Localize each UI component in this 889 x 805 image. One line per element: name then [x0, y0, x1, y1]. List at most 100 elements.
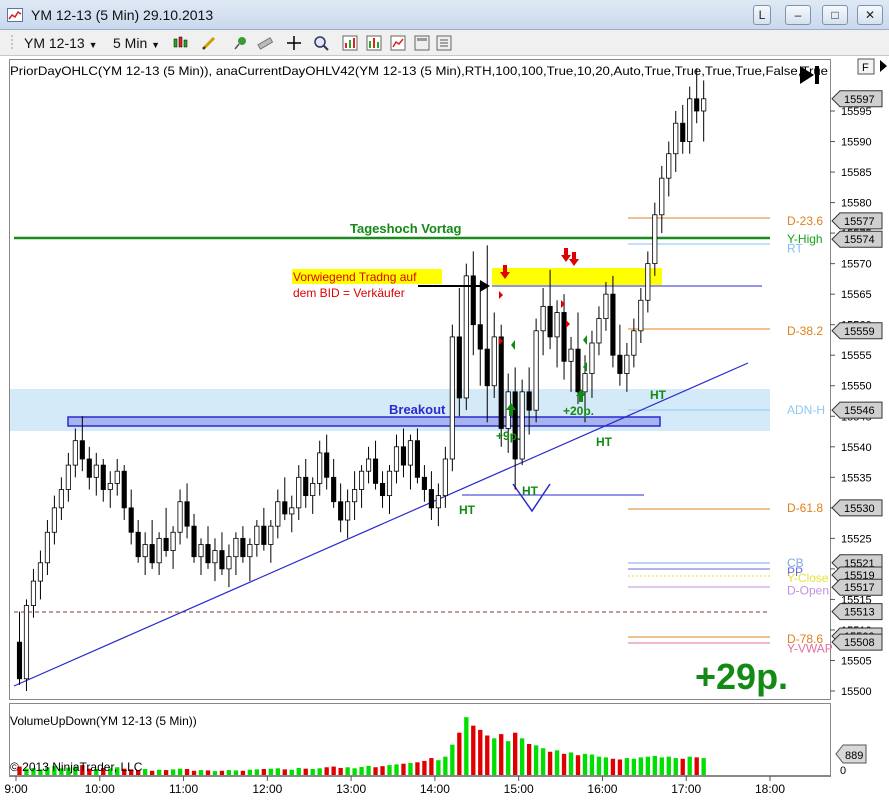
candle-body: [142, 544, 148, 558]
candle-body: [596, 318, 602, 344]
volume-bar: [415, 762, 420, 775]
volume-bar: [701, 758, 706, 775]
volume-bar: [282, 769, 287, 775]
price-tag: 15577: [831, 212, 883, 230]
volume-bar: [638, 757, 644, 775]
candle-body: [561, 312, 567, 362]
crosshair-icon[interactable]: [286, 35, 302, 51]
indicator-label: PriorDayOHLC(YM 12-13 (5 Min)), anaCurre…: [10, 64, 828, 78]
volume-bar: [247, 769, 253, 775]
ruler-icon[interactable]: [257, 35, 273, 51]
time-tick-label: 14:00: [420, 782, 450, 796]
candle-body: [205, 544, 211, 564]
properties-icon[interactable]: [390, 35, 406, 51]
volume-bar: [205, 770, 211, 775]
candle-body: [442, 458, 448, 497]
bar-type-icon[interactable]: [173, 35, 189, 51]
scroll-right-icon[interactable]: [880, 60, 887, 72]
candle-body: [498, 336, 504, 429]
volume-bar: [191, 770, 197, 775]
price-chart[interactable]: Tageshoch Vortag Vorwiegend Tradng auf d…: [0, 56, 889, 800]
candle-body: [352, 489, 358, 503]
interval-label: 5 Min: [113, 35, 148, 51]
volume-bar: [610, 758, 616, 775]
price-tick-label: 15535: [841, 472, 872, 484]
volume-bar: [666, 756, 671, 775]
volume-bar: [526, 743, 532, 775]
candles-group: [16, 68, 707, 691]
candle-body: [421, 476, 427, 490]
price-tag: 15546: [831, 401, 883, 419]
level-label: ADN-H: [787, 403, 825, 417]
candle-body: [121, 470, 127, 509]
price-tag: 15574: [831, 230, 883, 248]
volume-bar: [652, 755, 657, 775]
volume-bar: [443, 756, 448, 775]
ht-label-3: HT: [596, 435, 613, 449]
price-tag-label: 15577: [844, 216, 875, 228]
time-axis[interactable]: 9:00 10:00 11:00 12:00 13:00 14:00 15:00 16:00 1…: [4, 776, 831, 796]
volume-bar: [331, 766, 336, 775]
candle-body: [233, 537, 239, 558]
volume-bar: [478, 729, 483, 775]
plus9-label: +9p.: [496, 429, 520, 443]
candle-body: [163, 537, 169, 551]
price-tick-label: 15540: [841, 442, 872, 454]
level-label: D-23.6: [787, 214, 823, 228]
volume-bar: [359, 766, 364, 775]
candle-body: [694, 98, 700, 112]
price-tag-label: 15530: [844, 503, 875, 515]
price-tag: 15517: [831, 578, 883, 596]
candle-body: [79, 440, 85, 460]
lock-button[interactable]: L: [753, 5, 771, 25]
volume-bar: [184, 769, 190, 775]
price-tag: 15508: [831, 633, 883, 651]
draw-tool-icon[interactable]: [201, 35, 217, 51]
float-button[interactable]: F: [857, 58, 875, 75]
price-tag: 15530: [831, 499, 883, 517]
bid-annotation-line1: Vorwiegend Tradng auf: [293, 270, 417, 284]
candle-body: [170, 531, 176, 551]
template-icon[interactable]: [414, 35, 430, 51]
volume-bar: [436, 760, 441, 775]
candle-body: [575, 348, 581, 393]
candle-body: [568, 348, 574, 362]
close-button[interactable]: ✕: [857, 5, 883, 25]
volume-bar: [603, 757, 609, 775]
candle-body: [366, 458, 372, 472]
plus20-label: +20p.: [563, 404, 594, 418]
price-tick-label: 15590: [841, 137, 872, 149]
candle-body: [100, 464, 106, 490]
volume-bar: [422, 760, 427, 775]
price-tick-label: 15550: [841, 381, 872, 393]
candle-body: [331, 476, 337, 503]
chevron-down-icon: ▼: [151, 40, 161, 50]
template-icon-2[interactable]: [436, 35, 452, 51]
price-tag-label: 15513: [844, 607, 875, 619]
strategies-icon[interactable]: [366, 35, 382, 51]
candle-body: [37, 562, 43, 582]
copyright-label: © 2013 NinjaTrader, LLC: [10, 760, 143, 774]
candle-body: [554, 312, 560, 338]
zoom-icon[interactable]: [313, 35, 329, 51]
candle-body: [673, 122, 679, 155]
candle-body: [638, 299, 644, 332]
chart-area[interactable]: Tageshoch Vortag Vorwiegend Tradng auf d…: [0, 56, 889, 800]
volume-bar: [673, 758, 678, 775]
indicators-icon[interactable]: [342, 35, 358, 51]
volume-bar: [373, 767, 378, 775]
candle-body: [533, 330, 539, 411]
down-arrow-icon: [569, 252, 579, 266]
level-label: D-61.8: [787, 501, 823, 515]
pin-icon[interactable]: [233, 35, 249, 51]
candle-body: [303, 476, 309, 497]
minimize-button[interactable]: –: [785, 5, 811, 25]
price-tag-label: 15559: [844, 326, 875, 338]
maximize-button[interactable]: □: [822, 5, 848, 25]
instrument-selector[interactable]: YM 12-13 ▼: [24, 34, 98, 52]
level-label: D-38.2: [787, 324, 823, 338]
candle-body: [652, 214, 658, 265]
candle-body: [51, 507, 57, 533]
volume-tag: 889: [835, 744, 867, 764]
interval-selector[interactable]: 5 Min ▼: [113, 34, 160, 52]
